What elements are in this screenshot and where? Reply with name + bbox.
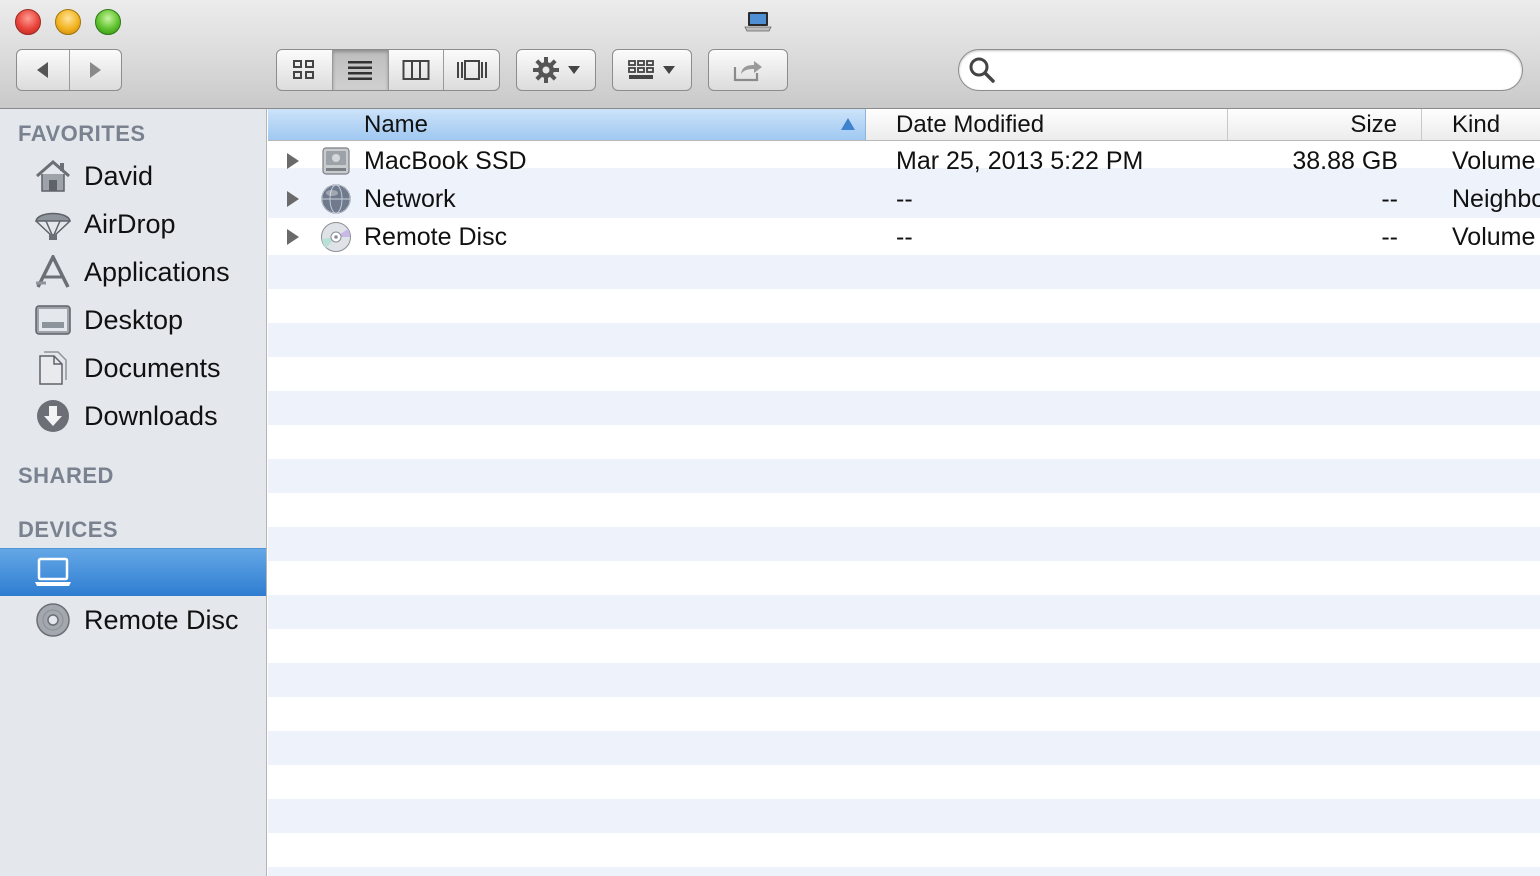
close-button[interactable]: [15, 9, 41, 35]
sidebar-item-desktop[interactable]: Desktop: [0, 297, 266, 343]
sidebar-item-remote-disc[interactable]: Remote Disc: [0, 597, 266, 643]
column-view-icon: [402, 60, 430, 80]
date-modified: Mar 25, 2013 5:22 PM: [896, 147, 1144, 175]
icon-view-icon: [293, 60, 315, 79]
sidebar-item-label: David: [84, 160, 154, 191]
file-size: 38.88 GB: [1292, 147, 1398, 175]
file-kind: Neighbo: [1452, 185, 1540, 213]
applications-icon: [36, 255, 70, 288]
chevron-down-icon: [568, 66, 580, 74]
table-row[interactable]: MacBook SSD Mar 25, 2013 5:22 PM 38.88 G…: [268, 142, 1540, 180]
column-header-label: Size: [1350, 111, 1397, 138]
downloads-icon: [37, 400, 69, 432]
file-size: --: [1381, 223, 1398, 251]
laptop-icon: [35, 557, 71, 586]
list-view-icon: [348, 61, 373, 80]
file-list: Name Date Modified Size Kind MacBook SSD…: [268, 109, 1540, 876]
devices-header: DEVICES: [18, 517, 119, 542]
sidebar-item-airdrop[interactable]: AirDrop: [0, 201, 266, 247]
table-row[interactable]: Remote Disc -- -- Volume: [268, 218, 1540, 256]
back-forward-control: [16, 49, 122, 91]
zoom-button[interactable]: [95, 9, 121, 35]
cover-flow-view-button[interactable]: [444, 50, 499, 90]
sidebar-item-label: Documents: [84, 352, 221, 383]
share-button[interactable]: [708, 49, 788, 91]
sidebar-item-david[interactable]: David: [0, 153, 266, 199]
minimize-button[interactable]: [55, 9, 81, 35]
cover-flow-icon: [456, 60, 487, 80]
sidebar-item-downloads[interactable]: Downloads: [0, 393, 266, 439]
documents-icon: [39, 351, 67, 385]
sort-ascending-icon: [841, 118, 855, 130]
file-name: Network: [364, 185, 456, 213]
sidebar-item-label: AirDrop: [84, 208, 176, 239]
favorites-header: FAVORITES: [18, 121, 146, 146]
gear-icon: [533, 57, 559, 83]
laptop-icon: [744, 12, 772, 32]
sidebar: FAVORITES David AirDrop Applications Des…: [0, 109, 267, 876]
shared-header: SHARED: [18, 463, 114, 488]
disc-icon: [321, 222, 351, 252]
forward-arrow-icon: [90, 62, 102, 78]
list-view-button[interactable]: [332, 50, 389, 90]
date-modified: --: [896, 185, 913, 213]
sidebar-item-label: Applications: [84, 256, 230, 287]
sidebar-item-label: Desktop: [84, 304, 184, 335]
file-name: MacBook SSD: [364, 147, 527, 175]
file-size: --: [1381, 185, 1398, 213]
disc-icon: [36, 603, 70, 637]
home-icon: [36, 160, 70, 192]
disclosure-triangle-icon[interactable]: [286, 152, 300, 170]
forward-button[interactable]: [70, 50, 122, 90]
disclosure-triangle-icon[interactable]: [286, 190, 300, 208]
sidebar-item-label: Remote Disc: [84, 604, 239, 635]
view-mode-control: [276, 49, 500, 91]
column-header-label: Name: [364, 111, 429, 138]
sidebar-item-documents[interactable]: Documents: [0, 345, 266, 391]
table-row[interactable]: Network -- -- Neighbo: [268, 180, 1540, 218]
column-header-label: Date Modified: [896, 111, 1045, 138]
file-name: Remote Disc: [364, 223, 508, 251]
airdrop-icon: [35, 212, 71, 240]
sidebar-item-label: Downloads: [84, 400, 218, 431]
search-input[interactable]: [958, 49, 1523, 91]
back-arrow-icon: [36, 62, 48, 78]
column-header-kind[interactable]: Kind: [1422, 109, 1540, 140]
column-header-date-modified[interactable]: Date Modified: [866, 109, 1228, 140]
date-modified: --: [896, 223, 913, 251]
icon-view-button[interactable]: [277, 50, 333, 90]
column-header-size[interactable]: Size: [1228, 109, 1422, 140]
column-view-button[interactable]: [389, 50, 445, 90]
hard-drive-icon: [322, 147, 350, 175]
arrange-menu-button[interactable]: [612, 49, 692, 91]
action-menu-button[interactable]: [516, 49, 596, 91]
share-icon: [733, 61, 762, 82]
list-header: Name Date Modified Size Kind: [268, 109, 1540, 141]
desktop-folder-icon: [35, 305, 71, 335]
network-globe-icon: [321, 184, 351, 214]
disclosure-triangle-icon[interactable]: [286, 228, 300, 246]
back-button[interactable]: [17, 50, 70, 90]
file-kind: Volume: [1452, 147, 1536, 175]
column-header-name[interactable]: Name: [268, 109, 866, 140]
column-header-label: Kind: [1452, 111, 1501, 138]
toolbar: [0, 0, 1540, 109]
chevron-down-icon: [663, 66, 675, 74]
sidebar-item-this-mac[interactable]: [0, 548, 266, 596]
sidebar-item-applications[interactable]: Applications: [0, 249, 266, 295]
file-kind: Volume: [1452, 223, 1536, 251]
arrange-grid-icon: [628, 60, 654, 79]
